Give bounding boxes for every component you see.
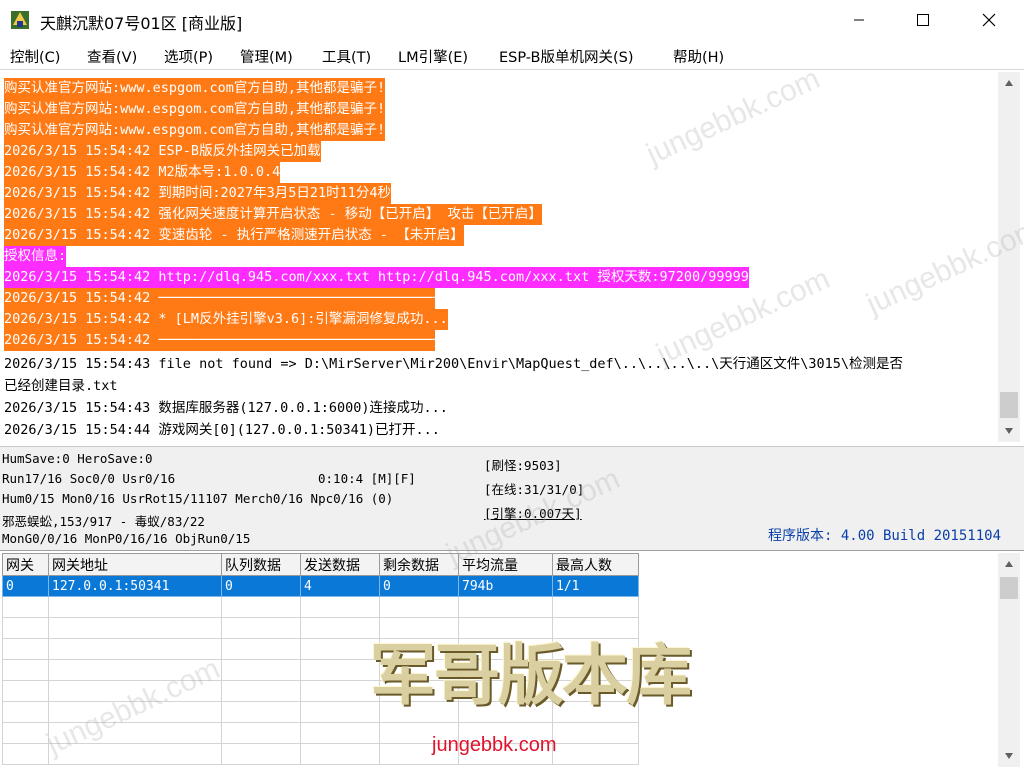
status-engine: [引擎:0.007天]	[484, 506, 582, 521]
table-scroll-thumb[interactable]	[1000, 577, 1018, 599]
table-cell: 0	[2, 575, 49, 597]
maximize-icon	[917, 14, 929, 26]
menu-bar: 控制(C) 查看(V) 选项(P) 管理(M) 工具(T) LM引擎(E) ES…	[0, 40, 1024, 70]
log-line: 购买认准官方网站:www.espgom.com官方自助,其他都是骗子!	[4, 78, 386, 99]
status-hum-save: HumSave:0 HeroSave:0	[2, 451, 153, 466]
status-monster: 邪恶蜈蚣,153/917 - 毒蚁/83/22	[2, 514, 205, 529]
status-panel: HumSave:0 HeroSave:0 Run17/16 Soc0/0 Usr…	[0, 446, 1024, 550]
menu-options[interactable]: 选项(P)	[164, 46, 213, 67]
menu-manage[interactable]: 管理(M)	[240, 46, 293, 67]
col-gateway-address[interactable]: 网关地址	[48, 553, 222, 576]
minimize-icon	[854, 19, 864, 21]
watermark-url: jungebbk.com	[432, 734, 557, 756]
table-scroll-down-button[interactable]	[998, 747, 1020, 765]
minimize-button[interactable]	[836, 0, 882, 40]
window-title: 天麒沉默07号01区 [商业版]	[40, 14, 243, 33]
table-scroll-up-button[interactable]	[998, 555, 1020, 573]
app-icon[interactable]	[9, 9, 31, 31]
col-send-data[interactable]: 发送数据	[300, 553, 380, 576]
table-cell: 0	[379, 575, 459, 597]
close-button[interactable]	[966, 0, 1012, 40]
chevron-down-icon	[1005, 753, 1013, 759]
table-cell: 127.0.0.1:50341	[48, 575, 222, 597]
col-avg-traffic[interactable]: 平均流量	[458, 553, 553, 576]
col-queue-data[interactable]: 队列数据	[221, 553, 301, 576]
table-row[interactable]	[2, 596, 639, 618]
close-icon	[982, 13, 996, 27]
watermark-logo: 军哥版本库	[370, 636, 692, 714]
log-scrollbar[interactable]	[998, 72, 1020, 442]
chevron-up-icon	[1005, 80, 1013, 86]
table-cell: 4	[300, 575, 380, 597]
log-line: 2026/3/15 15:54:42 http://dlq.945.com/xx…	[4, 267, 749, 288]
table-cell: 0	[221, 575, 301, 597]
scroll-thumb[interactable]	[1000, 392, 1018, 418]
log-panel[interactable]: 购买认准官方网站:www.espgom.com官方自助,其他都是骗子! 购买认准…	[2, 72, 996, 444]
log-line: 2026/3/15 15:54:42 M2版本号:1.0.0.4	[4, 162, 281, 183]
program-version: 程序版本: 4.00 Build 20151104	[768, 528, 1002, 544]
menu-tools[interactable]: 工具(T)	[322, 46, 371, 67]
status-run: Run17/16 Soc0/0 Usr0/16	[2, 471, 176, 486]
status-timer: 0:10:4 [M][F]	[318, 471, 416, 486]
log-line: 2026/3/15 15:54:42 ─────────────────────…	[4, 330, 435, 351]
log-line: 购买认准官方网站:www.espgom.com官方自助,其他都是骗子!	[4, 120, 386, 141]
status-refresh: [刷怪:9503]	[484, 458, 562, 473]
chevron-up-icon	[1005, 561, 1013, 567]
log-line: 2026/3/15 15:54:42 变速齿轮 - 执行严格测速开启状态 - 【…	[4, 225, 464, 246]
chevron-down-icon	[1005, 428, 1013, 434]
status-mong: MonG0/0/16 MonP0/16/16 ObjRun0/15	[2, 531, 251, 546]
maximize-button[interactable]	[900, 0, 946, 40]
status-hum-mon: Hum0/15 Mon0/16 UsrRot15/11107 Merch0/16…	[2, 491, 394, 506]
menu-help[interactable]: 帮助(H)	[673, 46, 724, 67]
log-line: 2026/3/15 15:54:43 数据库服务器(127.0.0.1:6000…	[4, 400, 448, 416]
status-online: [在线:31/31/0]	[484, 482, 585, 497]
scroll-down-button[interactable]	[998, 422, 1020, 440]
menu-view[interactable]: 查看(V)	[87, 46, 137, 67]
log-line: 2026/3/15 15:54:42 * [LM反外挂引擎v3.6]:引擎漏洞修…	[4, 309, 448, 330]
log-line: 购买认准官方网站:www.espgom.com官方自助,其他都是骗子!	[4, 99, 386, 120]
log-line: 已经创建目录.txt	[4, 378, 118, 394]
log-line: 2026/3/15 15:54:42 强化网关速度计算开启状态 - 移动【已开启…	[4, 204, 542, 225]
log-line: 2026/3/15 15:54:42 ─────────────────────…	[4, 288, 435, 309]
menu-lm-engine[interactable]: LM引擎(E)	[398, 46, 468, 67]
table-cell: 794b	[458, 575, 553, 597]
table-row[interactable]: 0 127.0.0.1:50341 0 4 0 794b 1/1	[2, 575, 639, 597]
menu-esp-gateway[interactable]: ESP-B版单机网关(S)	[499, 46, 633, 67]
table-cell: 1/1	[552, 575, 639, 597]
col-max-users[interactable]: 最高人数	[552, 553, 639, 576]
log-line: 2026/3/15 15:54:43 file not found => D:\…	[4, 356, 904, 372]
title-bar[interactable]: 天麒沉默07号01区 [商业版]	[0, 0, 1024, 40]
table-scrollbar[interactable]	[998, 553, 1020, 767]
log-line: 授权信息:	[4, 246, 67, 267]
menu-control[interactable]: 控制(C)	[10, 46, 60, 67]
col-gateway[interactable]: 网关	[2, 553, 49, 576]
table-header-row: 网关 网关地址 队列数据 发送数据 剩余数据 平均流量 最高人数	[2, 553, 639, 576]
log-line: 2026/3/15 15:54:42 到期时间:2027年3月5日21时11分4…	[4, 183, 391, 204]
log-line: 2026/3/15 15:54:44 游戏网关[0](127.0.0.1:503…	[4, 422, 440, 438]
log-line: 2026/3/15 15:54:42 ESP-B版反外挂网关已加载	[4, 141, 321, 162]
col-remain-data[interactable]: 剩余数据	[379, 553, 459, 576]
scroll-up-button[interactable]	[998, 74, 1020, 92]
